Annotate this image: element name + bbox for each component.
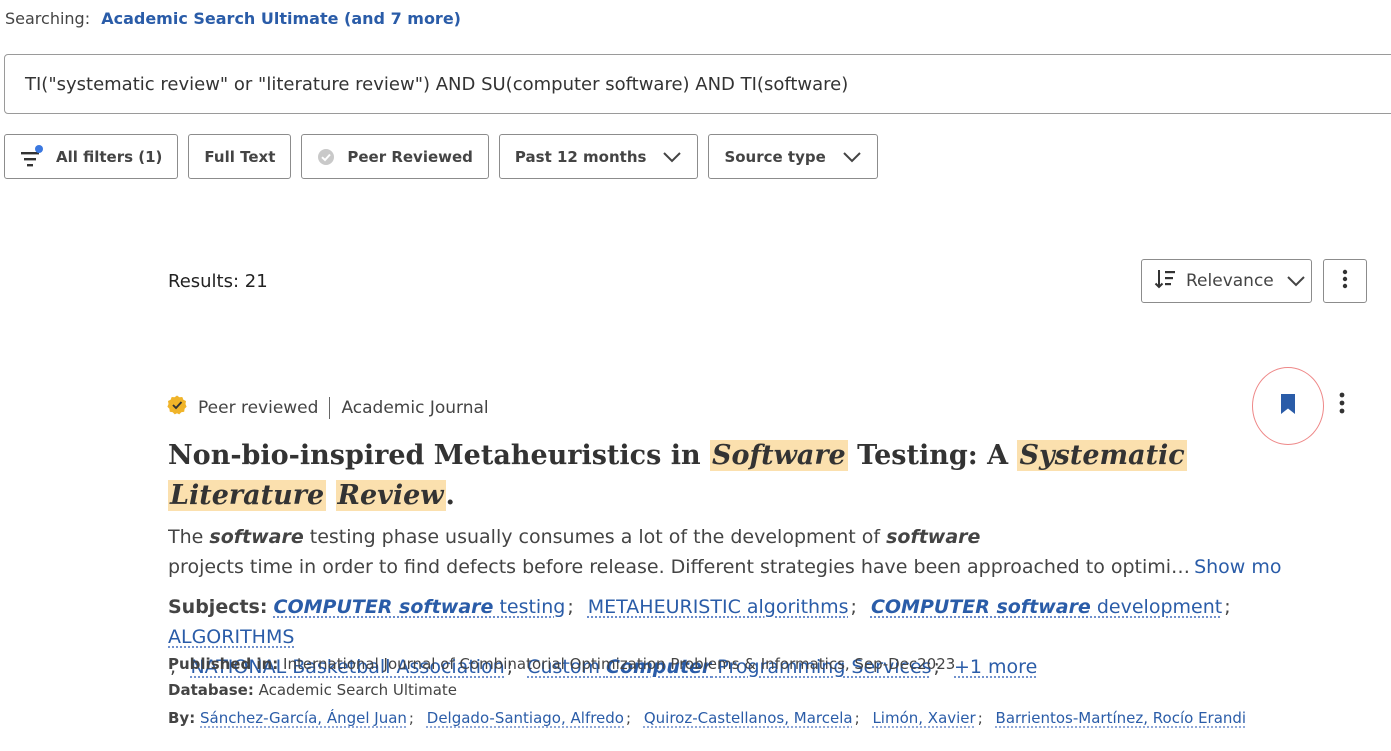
title-highlight: Literature (168, 480, 327, 511)
title-highlight: Systematic (1017, 440, 1187, 471)
published-value: International Journal of Combinatorial O… (283, 655, 956, 673)
published-in: Published in: International Journal of C… (168, 655, 955, 673)
author-separator: ; (408, 709, 414, 727)
chevron-down-icon (1286, 275, 1306, 287)
subject-separator: ; (1224, 596, 1231, 618)
by-label: By: (168, 709, 196, 727)
item-more-button[interactable] (1330, 392, 1354, 418)
databases-link[interactable]: Academic Search Ultimate (and 7 more) (101, 9, 461, 28)
title-text: Testing: A (847, 440, 1018, 471)
source-type-text: Academic Journal (341, 397, 489, 418)
author-separator: ; (626, 709, 632, 727)
sort-label: Relevance (1186, 271, 1274, 291)
check-badge-icon (317, 148, 335, 166)
peer-reviewed-text: Peer reviewed (198, 397, 319, 418)
sort-icon (1154, 268, 1176, 295)
author-separator: ; (977, 709, 983, 727)
subject-highlight: COMPUTER software (870, 596, 1091, 618)
chevron-down-icon (842, 151, 862, 163)
search-input[interactable]: TI("systematic review" or "literature re… (4, 54, 1391, 114)
author-link[interactable]: Sánchez-García, Ángel Juan (200, 709, 407, 727)
title-highlight: Review (335, 480, 446, 511)
title-highlight: Software (710, 440, 848, 471)
subjects-label: Subjects: (168, 596, 268, 618)
date-filter-label: Past 12 months (514, 147, 647, 166)
source-type-label: Source type (724, 147, 826, 166)
subject-link[interactable]: ALGORITHMS (168, 626, 294, 648)
all-filters-label: All filters (1) (56, 147, 163, 166)
more-vertical-icon (1342, 269, 1348, 293)
author-link[interactable]: Barrientos-Martínez, Rocío Erandi (996, 709, 1247, 727)
more-subjects-link[interactable]: +1 more (954, 656, 1037, 678)
subject-separator: ; (850, 596, 857, 618)
author-link[interactable]: Delgado-Santiago, Alfredo (427, 709, 624, 727)
published-label: Published in: (168, 655, 279, 673)
author-link[interactable]: Quiroz-Castellanos, Marcela (644, 709, 853, 727)
abstract-text: The (168, 526, 210, 548)
searching-label: Searching: (5, 9, 91, 28)
peer-reviewed-label: Peer Reviewed (347, 147, 473, 166)
title-text: . (445, 480, 455, 511)
full-text-label: Full Text (204, 147, 276, 166)
chevron-down-icon (662, 151, 682, 163)
abstract-text: testing phase usually consumes a lot of … (303, 526, 887, 548)
author-separator: ; (854, 709, 860, 727)
author-link[interactable]: Limón, Xavier (872, 709, 975, 727)
subject-text: testing (493, 596, 566, 618)
search-query: TI("systematic review" or "literature re… (25, 73, 849, 95)
full-text-button[interactable]: Full Text (188, 134, 292, 179)
database-value: Academic Search Ultimate (258, 681, 458, 699)
filter-icon (20, 144, 44, 170)
result-abstract: The software testing phase usually consu… (168, 522, 1283, 582)
results-count: Results: 21 (168, 271, 268, 292)
bookmark-icon (1280, 393, 1296, 419)
searching-line: Searching: Academic Search Ultimate (and… (5, 9, 461, 28)
peer-reviewed-button[interactable]: Peer Reviewed (301, 134, 489, 179)
peer-reviewed-badge-icon (167, 395, 187, 420)
title-text: Non-bio-inspired Metaheuristics in (168, 440, 710, 471)
abstract-highlight: software (209, 526, 304, 548)
meta-divider (329, 396, 331, 419)
database-info: Database: Academic Search Ultimate (168, 681, 457, 699)
subject-link[interactable]: METAHEURISTIC algorithms (588, 596, 849, 618)
subject-link[interactable]: COMPUTER software testing (274, 596, 566, 618)
source-type-dropdown[interactable]: Source type (708, 134, 878, 179)
result-meta: Peer reviewed Academic Journal (167, 395, 489, 420)
subject-highlight: COMPUTER software (273, 596, 494, 618)
authors: By: Sánchez-García, Ángel Juan; Delgado-… (168, 709, 1246, 727)
show-more-link[interactable]: Show more (1194, 556, 1283, 578)
all-filters-button[interactable]: All filters (1) (4, 134, 179, 179)
filter-bar: All filters (1) Full Text Peer Reviewed … (4, 134, 878, 179)
subject-link[interactable]: COMPUTER software development (871, 596, 1222, 618)
subject-separator: ; (567, 596, 574, 618)
subject-text: development (1090, 596, 1223, 618)
more-vertical-icon (1339, 392, 1345, 418)
database-label: Database: (168, 681, 254, 699)
date-filter-dropdown[interactable]: Past 12 months (498, 134, 699, 179)
abstract-highlight: software (886, 526, 981, 548)
bookmark-button[interactable] (1252, 367, 1324, 445)
result-title-link[interactable]: Non-bio-inspired Metaheuristics in Softw… (168, 436, 1248, 516)
results-more-button[interactable] (1323, 259, 1367, 303)
abstract-text: projects time in order to find defects b… (168, 556, 1191, 578)
sort-dropdown[interactable]: Relevance (1141, 259, 1312, 303)
